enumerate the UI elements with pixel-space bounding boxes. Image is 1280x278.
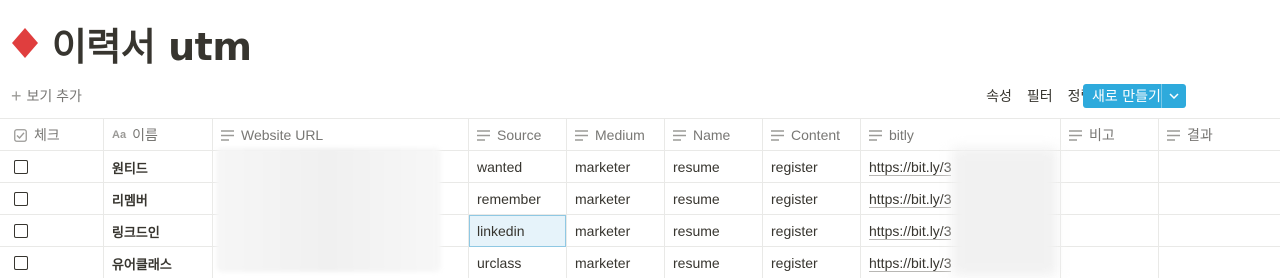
checkbox[interactable] [14, 192, 28, 206]
result-cell[interactable] [1159, 247, 1280, 278]
name-cell[interactable]: 원티드 [104, 151, 213, 183]
column-label: 체크 [34, 127, 60, 143]
view-toolbar-row: + 보기 추가 속성 필터 정렬 검색 ••• 새로 만들기 [0, 80, 1280, 112]
table-header-row: 체크 Aa 이름 Website URL Source Medium Name … [0, 119, 1280, 151]
column-label: Website URL [241, 127, 324, 143]
text-property-icon [771, 129, 784, 141]
column-label: 결과 [1187, 127, 1213, 143]
column-label: bitly [889, 127, 914, 143]
column-header-bitly[interactable]: bitly [861, 119, 1061, 151]
text-property-icon [673, 129, 686, 141]
check-cell[interactable] [0, 183, 104, 215]
plus-icon: + [11, 86, 22, 106]
filter-button[interactable]: 필터 [1027, 86, 1053, 106]
table-row: 유어클래스 urclass marketer resume register h… [0, 247, 1280, 278]
new-button-label[interactable]: 새로 만들기 [1083, 86, 1161, 106]
column-label: Source [497, 127, 542, 143]
check-cell[interactable] [0, 215, 104, 247]
medium-cell[interactable]: marketer [567, 183, 665, 215]
source-cell[interactable]: urclass [469, 247, 567, 278]
checkbox-property-icon [14, 128, 27, 142]
medium-cell[interactable]: marketer [567, 215, 665, 247]
column-header-name[interactable]: Aa 이름 [104, 119, 213, 151]
note-cell[interactable] [1061, 183, 1159, 215]
source-cell-selected[interactable]: linkedin [469, 215, 567, 247]
text-property-icon [1167, 129, 1180, 141]
note-cell[interactable] [1061, 215, 1159, 247]
column-label: Content [791, 127, 841, 143]
content-cell[interactable]: register [763, 247, 861, 278]
medium-cell[interactable]: marketer [567, 247, 665, 278]
column-label: 이름 [132, 127, 158, 143]
check-cell[interactable] [0, 151, 104, 183]
column-header-source[interactable]: Source [469, 119, 567, 151]
utm-name-cell[interactable]: resume [665, 247, 763, 278]
name-cell[interactable]: 리멤버 [104, 183, 213, 215]
checkbox[interactable] [14, 160, 28, 174]
column-label: 비고 [1089, 127, 1115, 143]
table-row: 링크드인 linkedin marketer resume register h… [0, 215, 1280, 247]
checkbox[interactable] [14, 224, 28, 238]
column-header-note[interactable]: 비고 [1061, 119, 1159, 151]
redacted-bitly-overlay [952, 148, 1057, 276]
bitly-link[interactable]: https://bit.ly/3 [869, 191, 952, 208]
text-property-icon [477, 129, 490, 141]
utm-name-cell[interactable]: resume [665, 151, 763, 183]
table-row: 원티드 wanted marketer resume register http… [0, 151, 1280, 183]
source-cell[interactable]: wanted [469, 151, 567, 183]
chevron-down-icon[interactable] [1162, 93, 1186, 99]
page-header: 이력서 utm [10, 16, 252, 71]
utm-name-cell[interactable]: resume [665, 183, 763, 215]
column-label: Name [693, 127, 731, 143]
result-cell[interactable] [1159, 215, 1280, 247]
content-cell[interactable]: register [763, 183, 861, 215]
medium-cell[interactable]: marketer [567, 151, 665, 183]
checkbox[interactable] [14, 256, 28, 270]
result-cell[interactable] [1159, 183, 1280, 215]
bitly-link[interactable]: https://bit.ly/3 [869, 223, 952, 240]
name-cell[interactable]: 링크드인 [104, 215, 213, 247]
text-property-icon [221, 129, 234, 141]
text-property-icon [869, 129, 882, 141]
text-property-icon [575, 129, 588, 141]
red-diamond-icon[interactable] [10, 28, 40, 58]
column-header-website-url[interactable]: Website URL [213, 119, 469, 151]
column-header-utm-name[interactable]: Name [665, 119, 763, 151]
content-cell[interactable]: register [763, 151, 861, 183]
column-header-content[interactable]: Content [763, 119, 861, 151]
text-property-icon [1069, 129, 1082, 141]
note-cell[interactable] [1061, 151, 1159, 183]
add-view-label: 보기 추가 [26, 88, 82, 104]
title-property-icon: Aa [112, 129, 127, 141]
utm-name-cell[interactable]: resume [665, 215, 763, 247]
database-table: 체크 Aa 이름 Website URL Source Medium Name … [0, 118, 1280, 278]
column-label: Medium [595, 127, 645, 143]
note-cell[interactable] [1061, 247, 1159, 278]
source-cell[interactable]: remember [469, 183, 567, 215]
column-header-medium[interactable]: Medium [567, 119, 665, 151]
redacted-url-overlay [216, 148, 441, 272]
content-cell[interactable]: register [763, 215, 861, 247]
name-cell[interactable]: 유어클래스 [104, 247, 213, 278]
bitly-link[interactable]: https://bit.ly/3 [869, 159, 952, 176]
column-header-result[interactable]: 결과 [1159, 119, 1280, 151]
bitly-link[interactable]: https://bit.ly/3 [869, 255, 952, 272]
table-row: 리멤버 remember marketer resume register ht… [0, 183, 1280, 215]
result-cell[interactable] [1159, 151, 1280, 183]
new-button[interactable]: 새로 만들기 [1083, 84, 1186, 108]
add-view-button[interactable]: + 보기 추가 [11, 86, 82, 106]
column-header-check[interactable]: 체크 [0, 119, 104, 151]
properties-button[interactable]: 속성 [986, 86, 1012, 106]
check-cell[interactable] [0, 247, 104, 278]
page-title[interactable]: 이력서 utm [52, 16, 252, 71]
